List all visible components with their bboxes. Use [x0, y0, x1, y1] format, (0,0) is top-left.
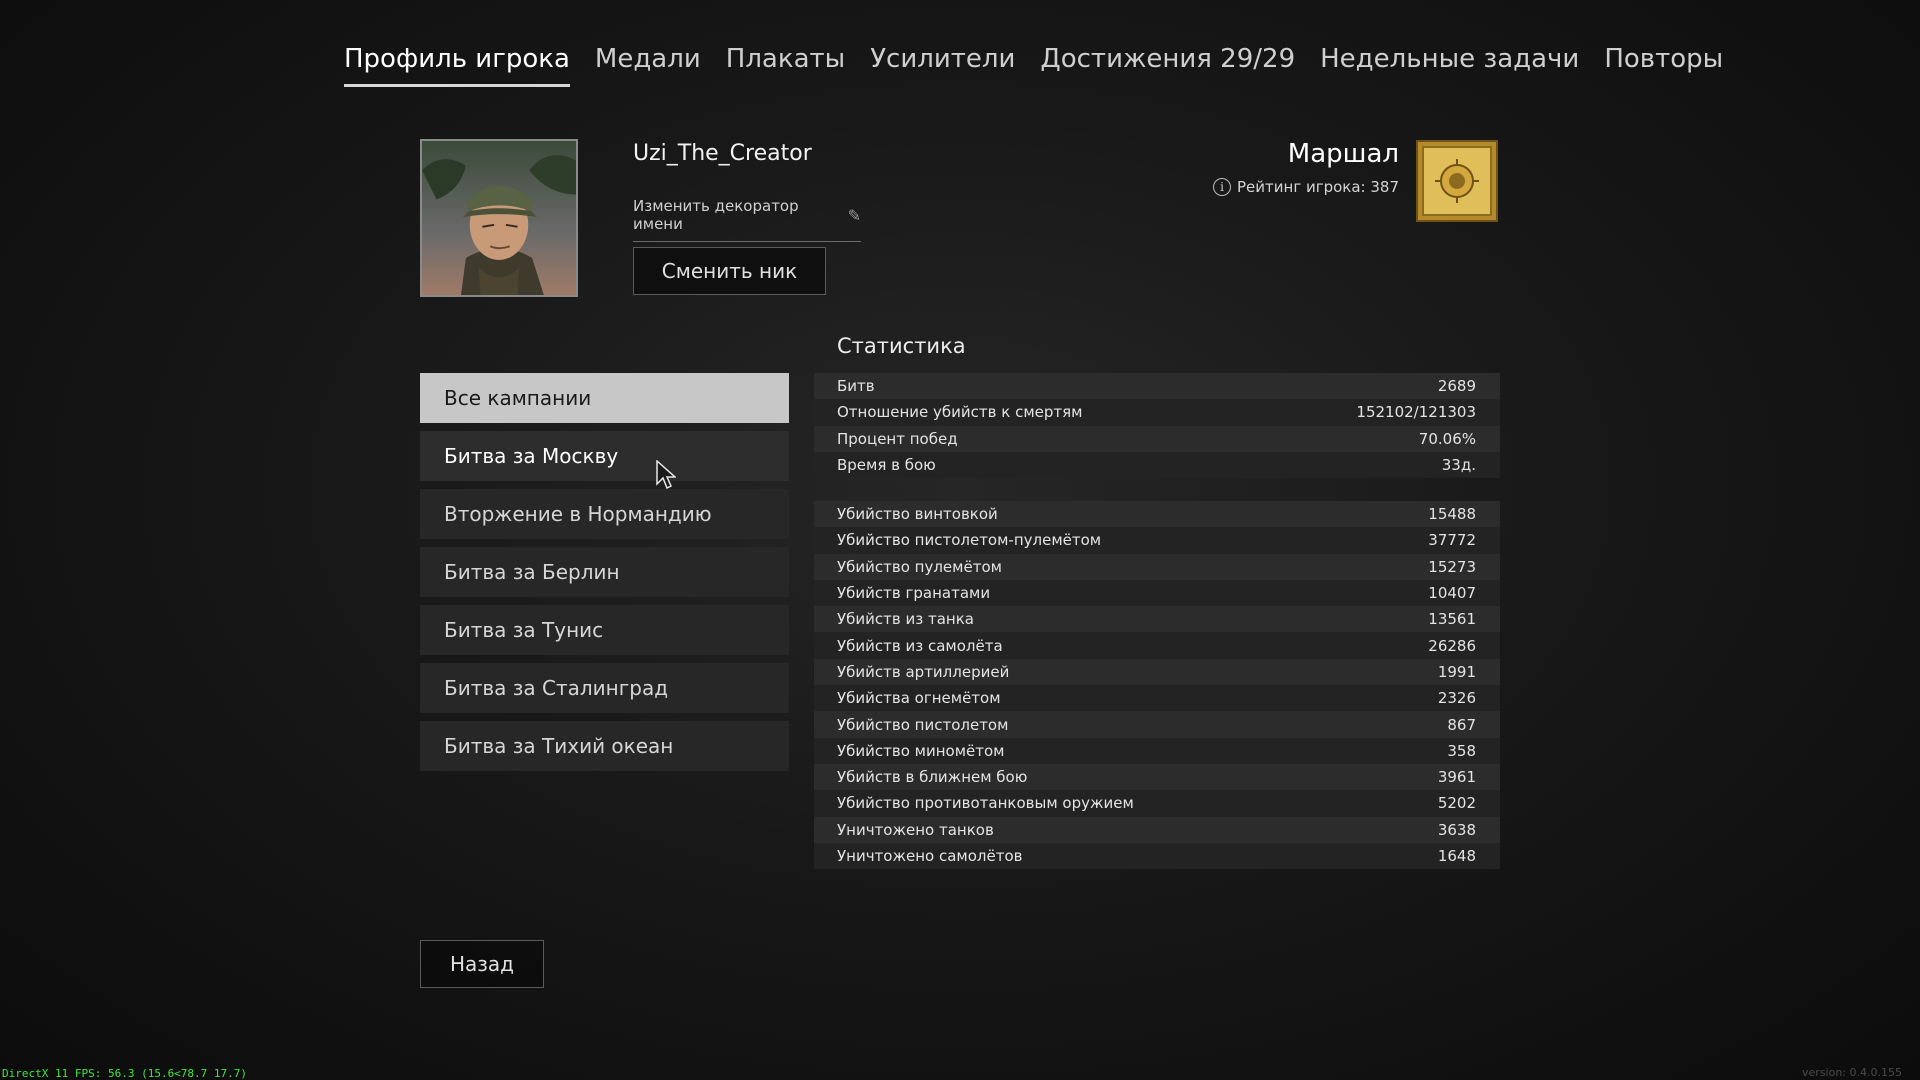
stat-value: 3961 — [1437, 768, 1476, 787]
stat-value: 15488 — [1428, 505, 1476, 524]
stat-row: Убийств из самолёта 26286 — [814, 632, 1500, 659]
stat-label: Убийств артиллерией — [837, 662, 1010, 681]
tab-achievements[interactable]: Достижения 29/29 — [1040, 44, 1295, 87]
stat-value: 13561 — [1428, 610, 1476, 629]
stat-label: Убийство противотанковым оружием — [837, 794, 1134, 813]
tab-boosters[interactable]: Усилители — [870, 44, 1015, 87]
change-name-decorator-link[interactable]: Изменить декоратор имени ✎ — [633, 197, 861, 242]
campaign-moscow[interactable]: Битва за Москву — [420, 431, 789, 481]
stat-label: Убийство миномётом — [837, 741, 1005, 760]
stat-label: Убийство пулемётом — [837, 557, 1002, 576]
campaign-list: Все кампании Битва за Москву Вторжение в… — [420, 373, 789, 779]
stat-label: Убийство винтовкой — [837, 505, 998, 524]
tab-replays[interactable]: Повторы — [1604, 44, 1723, 87]
stat-value: 37772 — [1428, 531, 1476, 550]
stat-value: 26286 — [1428, 636, 1476, 655]
campaign-stalingrad[interactable]: Битва за Сталинград — [420, 663, 789, 713]
stats-kills-table: Убийство винтовкой 15488 Убийство пистоле… — [814, 501, 1500, 870]
stat-row: Убийство миномётом 358 — [814, 737, 1500, 764]
stat-label: Убийство пистолетом-пулемётом — [837, 531, 1102, 550]
stat-row: Убийств в ближнем бою 3961 — [814, 763, 1500, 791]
tab-posters[interactable]: Плакаты — [726, 44, 845, 87]
stat-row: Убийство винтовкой 15488 — [814, 501, 1500, 528]
stat-value: 2689 — [1437, 377, 1476, 396]
stat-row: Убийство пистолетом-пулемётом 37772 — [814, 527, 1500, 554]
stat-row: Убийство противотанковым оружием 5202 — [814, 790, 1500, 817]
player-avatar[interactable] — [420, 139, 578, 297]
campaign-normandy[interactable]: Вторжение в Нормандию — [420, 489, 789, 539]
stat-row: Процент побед 70.06% — [814, 425, 1500, 452]
stat-value: 2326 — [1437, 689, 1476, 708]
stat-value: 867 — [1447, 715, 1476, 734]
stat-value: 5202 — [1437, 794, 1476, 813]
stat-value: 358 — [1447, 741, 1476, 760]
rank-title: Маршал — [1287, 139, 1399, 169]
stat-value: 15273 — [1428, 557, 1476, 576]
tab-player-profile[interactable]: Профиль игрока — [344, 44, 570, 87]
statistics-title: Статистика — [837, 334, 966, 358]
mouse-cursor-icon — [656, 460, 676, 490]
stat-label: Убийств в ближнем бою — [837, 768, 1028, 787]
stat-value: 33д. — [1441, 456, 1476, 475]
stat-label: Убийств гранатами — [837, 584, 991, 603]
stat-label: Уничтожено самолётов — [837, 847, 1023, 865]
campaign-all[interactable]: Все кампании — [420, 373, 789, 423]
stat-row: Уничтожено танков 3638 — [814, 816, 1500, 843]
stat-row: Убийство пистолетом 867 — [814, 711, 1500, 738]
pencil-icon: ✎ — [847, 205, 861, 225]
stat-row: Убийства огнемётом 2326 — [814, 685, 1500, 712]
stat-label: Убийства огнемётом — [837, 689, 1001, 708]
campaign-pacific[interactable]: Битва за Тихий океан — [420, 721, 789, 771]
tab-medals[interactable]: Медали — [595, 44, 701, 87]
stat-label: Убийств из самолёта — [837, 636, 1003, 655]
stat-value: 70.06% — [1418, 429, 1476, 448]
stat-label: Время в бою — [837, 456, 936, 475]
tab-weekly-tasks[interactable]: Недельные задачи — [1320, 44, 1579, 87]
top-nav-tabs: Профиль игрока Медали Плакаты Усилители … — [344, 44, 1748, 87]
back-button[interactable]: Назад — [420, 940, 544, 988]
stat-row: Уничтожено самолётов 1648 — [814, 842, 1500, 870]
stat-value: 1991 — [1437, 662, 1476, 681]
stat-value: 3638 — [1437, 820, 1476, 839]
campaign-tunisia[interactable]: Битва за Тунис — [420, 605, 789, 655]
version-label: version: 0.4.0.155 — [1802, 1066, 1902, 1079]
stat-value: 1648 — [1437, 847, 1476, 865]
campaign-berlin[interactable]: Битва за Берлин — [420, 547, 789, 597]
stat-label: Убийств из танка — [837, 610, 974, 629]
stat-label: Битв — [837, 377, 875, 396]
change-nick-button[interactable]: Сменить ник — [633, 247, 826, 295]
player-rating-label: Рейтинг игрока: 387 — [1237, 178, 1399, 196]
info-icon[interactable]: i — [1213, 178, 1231, 196]
stat-value: 152102/121303 — [1356, 403, 1476, 422]
player-rating: i Рейтинг игрока: 387 — [1213, 178, 1399, 196]
change-name-decorator-label: Изменить декоратор имени — [633, 197, 799, 233]
fps-counter: DirectX 11 FPS: 56.3 (15.6<78.7 17.7) — [2, 1067, 248, 1080]
stat-row: Убийств гранатами 10407 — [814, 579, 1500, 607]
stat-label: Уничтожено танков — [837, 820, 994, 839]
stats-summary-table: Битв 2689 Отношение убийств к смертям 1521… — [814, 373, 1500, 479]
stat-label: Отношение убийств к смертям — [837, 403, 1083, 422]
stat-row: Убийств артиллерией 1991 — [814, 658, 1500, 686]
stat-label: Процент побед — [837, 429, 958, 448]
stat-row: Убийств из танка 13561 — [814, 606, 1500, 633]
stat-label: Убийство пистолетом — [837, 715, 1009, 734]
stat-row: Время в бою 33д. — [814, 451, 1500, 479]
stat-value: 10407 — [1428, 584, 1476, 603]
stat-row: Отношение убийств к смертям 152102/121303 — [814, 399, 1500, 426]
username: Uzi_The_Creator — [633, 141, 812, 166]
stat-row: Битв 2689 — [814, 373, 1500, 400]
marshal-rank-icon — [1416, 140, 1498, 222]
soldier-portrait-image — [422, 141, 576, 295]
stat-row: Убийство пулемётом 15273 — [814, 553, 1500, 580]
